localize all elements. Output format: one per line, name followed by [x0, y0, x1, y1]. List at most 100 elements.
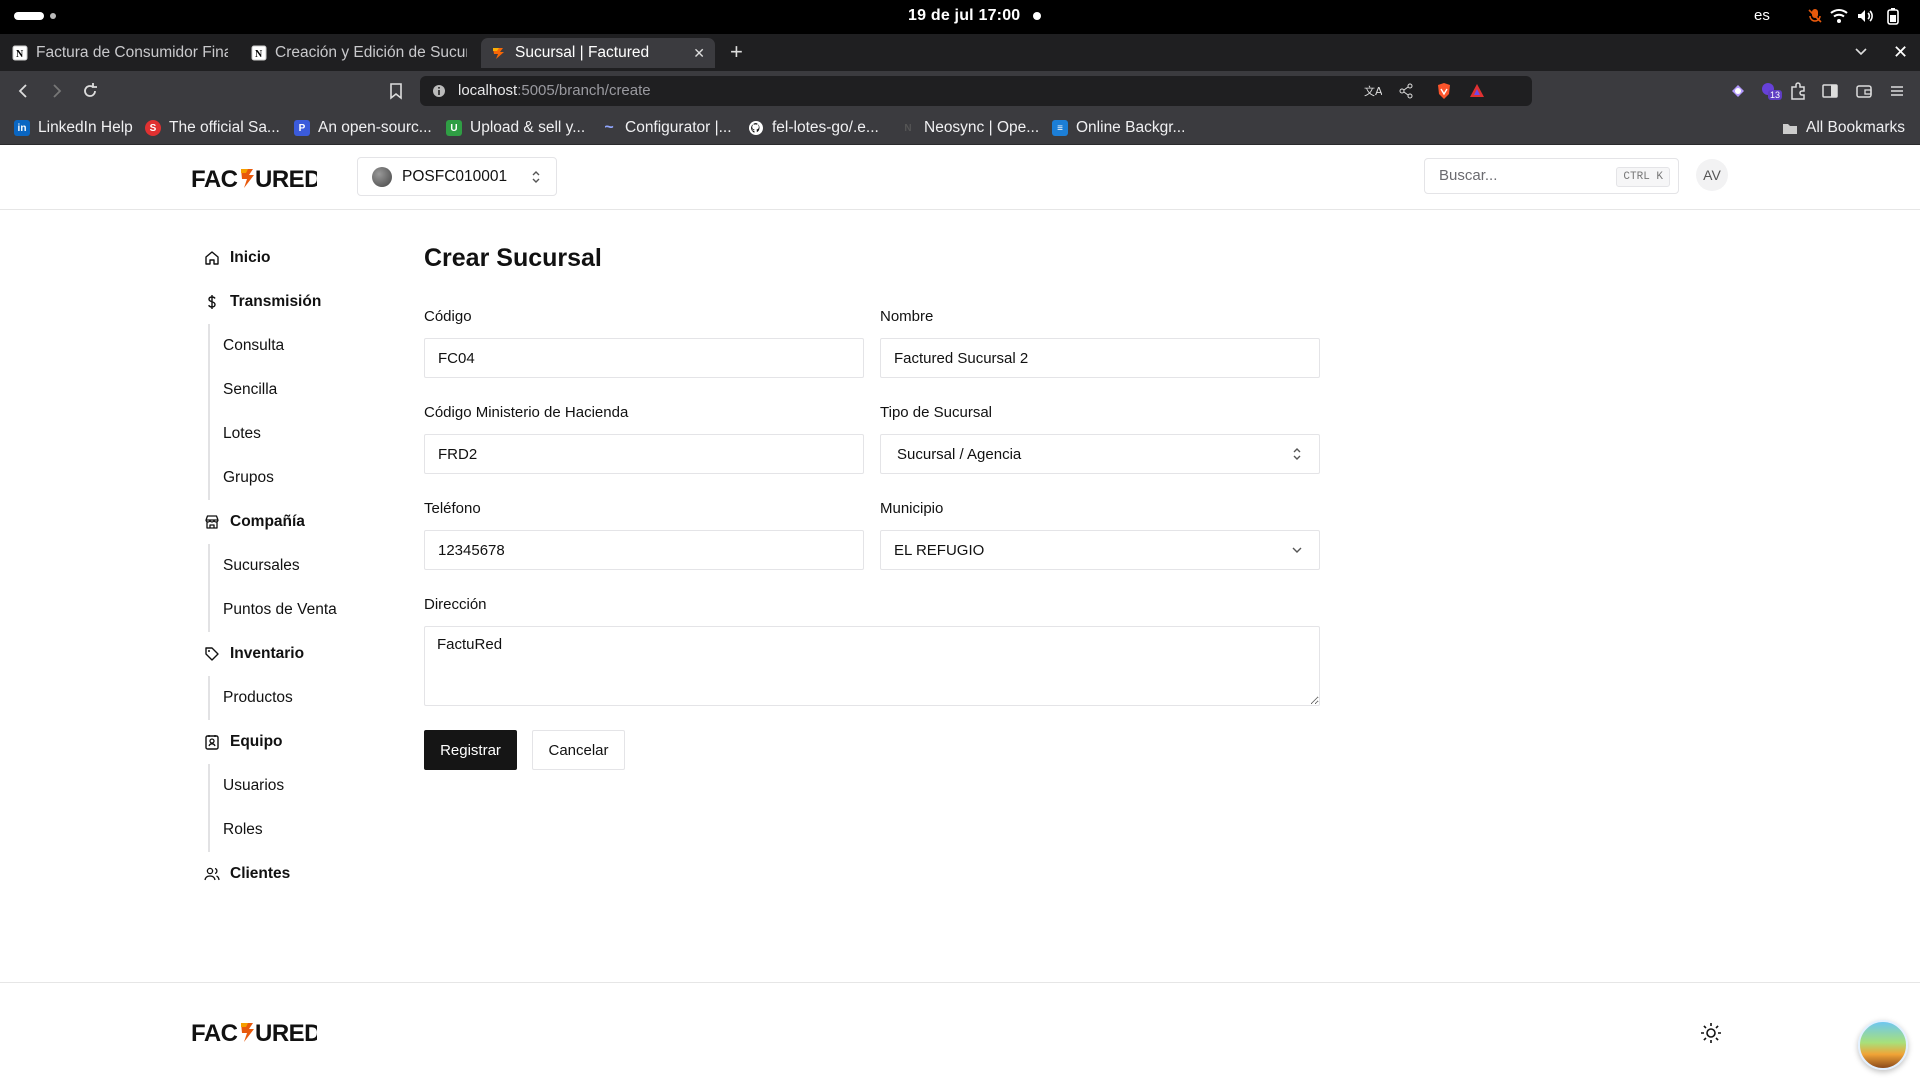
sidebar-item-consulta[interactable]: Consulta: [210, 324, 380, 368]
pos-selector[interactable]: POSFC010001: [357, 157, 557, 196]
bookmark-icon[interactable]: [386, 81, 406, 101]
wifi-icon[interactable]: [1830, 6, 1848, 26]
sidebar-item-sucursales[interactable]: Sucursales: [210, 544, 380, 588]
all-bookmarks-button[interactable]: All Bookmarks: [1782, 118, 1905, 138]
brave-rewards-icon[interactable]: [1469, 83, 1485, 99]
bookmark-label: LinkedIn Help: [38, 119, 133, 136]
browser-menu-icon[interactable]: [1887, 81, 1907, 101]
address-bar[interactable]: localhost:5005/branch/create 文A: [420, 76, 1532, 106]
recording-dot-icon: [1033, 12, 1041, 20]
codigo-hacienda-input[interactable]: [424, 434, 864, 474]
window-close-icon[interactable]: ✕: [1893, 42, 1908, 63]
bookmark-item[interactable]: ≡ Online Backgr...: [1052, 118, 1185, 138]
mic-muted-icon[interactable]: [1806, 6, 1824, 26]
sidebar-item-productos[interactable]: Productos: [210, 676, 380, 720]
svg-text:URED: URED: [255, 1020, 317, 1045]
battery-icon[interactable]: [1887, 6, 1899, 26]
footer-factured-logo[interactable]: FAC URED: [191, 1019, 317, 1045]
svg-text:FAC: FAC: [191, 166, 238, 191]
url-text: localhost:5005/branch/create: [458, 82, 651, 99]
bookmark-label: Upload & sell y...: [470, 119, 586, 136]
direccion-textarea[interactable]: FactuRed: [424, 626, 1320, 706]
bookmark-item[interactable]: fel-lotes-go/.e...: [748, 118, 879, 138]
share-icon[interactable]: [1398, 83, 1414, 99]
new-tab-icon[interactable]: +: [730, 41, 743, 63]
nombre-input[interactable]: [880, 338, 1320, 378]
bookmark-item[interactable]: N Neosync | Ope...: [900, 118, 1039, 138]
bookmark-item[interactable]: in LinkedIn Help: [14, 118, 133, 138]
wallet-icon[interactable]: [1854, 81, 1874, 101]
codigo-input[interactable]: [424, 338, 864, 378]
github-icon: [749, 121, 763, 135]
browser-tab[interactable]: N Factura de Consumidor Final: [2, 38, 238, 68]
extension-wallet-icon[interactable]: [1728, 81, 1748, 101]
user-avatar[interactable]: AV: [1696, 159, 1728, 191]
codigo-hacienda-label: Código Ministerio de Hacienda: [424, 404, 629, 421]
page-title: Crear Sucursal: [424, 244, 602, 272]
bookmark-label: Online Backgr...: [1076, 119, 1186, 136]
sidebar-item-usuarios[interactable]: Usuarios: [210, 764, 380, 808]
volume-icon[interactable]: [1856, 6, 1874, 26]
bookmark-item[interactable]: ~ Configurator |...: [601, 118, 731, 138]
municipio-select[interactable]: EL REFUGIO: [880, 530, 1320, 570]
sidebar-item-puntos-de-venta[interactable]: Puntos de Venta: [210, 588, 380, 632]
bookmark-item[interactable]: P An open-sourc...: [294, 118, 432, 138]
bookmark-item[interactable]: S The official Sa...: [145, 118, 280, 138]
cancelar-button[interactable]: Cancelar: [532, 730, 625, 770]
chevrons-up-down-icon: [1293, 448, 1301, 460]
direccion-label: Dirección: [424, 596, 487, 613]
svg-text:FAC: FAC: [191, 1020, 238, 1045]
sidebar-item-sencilla[interactable]: Sencilla: [210, 368, 380, 412]
forward-icon[interactable]: [46, 81, 66, 101]
page-footer: FAC URED: [0, 982, 1920, 1080]
bookmark-item[interactable]: U Upload & sell y...: [446, 118, 585, 138]
sidebar-item-clientes[interactable]: Clientes: [200, 852, 380, 896]
field-codigo: Código: [424, 308, 864, 378]
back-icon[interactable]: [14, 81, 34, 101]
floating-assistant-avatar[interactable]: [1858, 1020, 1908, 1070]
app-header: FAC URED POSFC010001 CTRL K AV: [0, 145, 1920, 210]
sidebar-toggle-icon[interactable]: [1820, 81, 1840, 101]
search-box[interactable]: CTRL K: [1424, 158, 1679, 194]
site-info-icon[interactable]: [432, 84, 446, 98]
extensions-puzzle-icon[interactable]: [1788, 81, 1808, 101]
factured-logo[interactable]: FAC URED: [191, 165, 317, 191]
browser-tab-active[interactable]: Sucursal | Factured ✕: [481, 38, 715, 68]
sidebar-item-inventario[interactable]: Inventario: [200, 632, 380, 676]
bookmark-label: fel-lotes-go/.e...: [772, 119, 879, 136]
tipo-sucursal-select[interactable]: Sucursal / Agencia: [880, 434, 1320, 474]
tab-close-icon[interactable]: ✕: [683, 45, 705, 62]
brave-shield-icon[interactable]: [1436, 82, 1452, 100]
tab-title: Factura de Consumidor Final: [36, 44, 228, 61]
wave-icon: ~: [604, 119, 614, 136]
registrar-button[interactable]: Registrar: [424, 730, 517, 770]
sidebar-item-transmision[interactable]: Transmisión: [200, 280, 380, 324]
search-input[interactable]: [1439, 167, 1599, 184]
tab-title: Sucursal | Factured: [515, 44, 650, 61]
sun-icon[interactable]: [1699, 1021, 1723, 1045]
activities-indicator[interactable]: [14, 12, 44, 20]
browser-tab[interactable]: N Creación y Edición de Sucursales: [241, 38, 477, 68]
sidebar-item-equipo[interactable]: Equipo: [200, 720, 380, 764]
sidebar-item-compania[interactable]: Compañía: [200, 500, 380, 544]
reload-icon[interactable]: [80, 81, 100, 101]
pos-code: POSFC010001: [402, 167, 508, 185]
sidebar-item-roles[interactable]: Roles: [210, 808, 380, 852]
telefono-input[interactable]: [424, 530, 864, 570]
tab-search-chevron-icon[interactable]: [1854, 44, 1868, 58]
sanity-icon: S: [145, 120, 161, 136]
sidebar-item-inicio[interactable]: Inicio: [200, 236, 380, 280]
sidebar-submenu-inventario: Productos: [208, 676, 380, 720]
os-clock[interactable]: 19 de jul 17:00: [908, 7, 1020, 25]
extension-badge-icon[interactable]: 13: [1760, 81, 1783, 101]
notion-icon: N: [251, 45, 267, 61]
sidebar-group-label: Equipo: [230, 733, 283, 750]
tipo-sucursal-value: Sucursal / Agencia: [897, 445, 1022, 463]
svg-text:N: N: [255, 49, 263, 60]
telefono-label: Teléfono: [424, 500, 481, 517]
sidebar-item-lotes[interactable]: Lotes: [210, 412, 380, 456]
browser-tab-strip: N Factura de Consumidor Final N Creación…: [0, 34, 1920, 71]
keyboard-language[interactable]: es: [1754, 7, 1770, 24]
sidebar-item-grupos[interactable]: Grupos: [210, 456, 380, 500]
translate-icon[interactable]: 文A: [1364, 83, 1382, 99]
